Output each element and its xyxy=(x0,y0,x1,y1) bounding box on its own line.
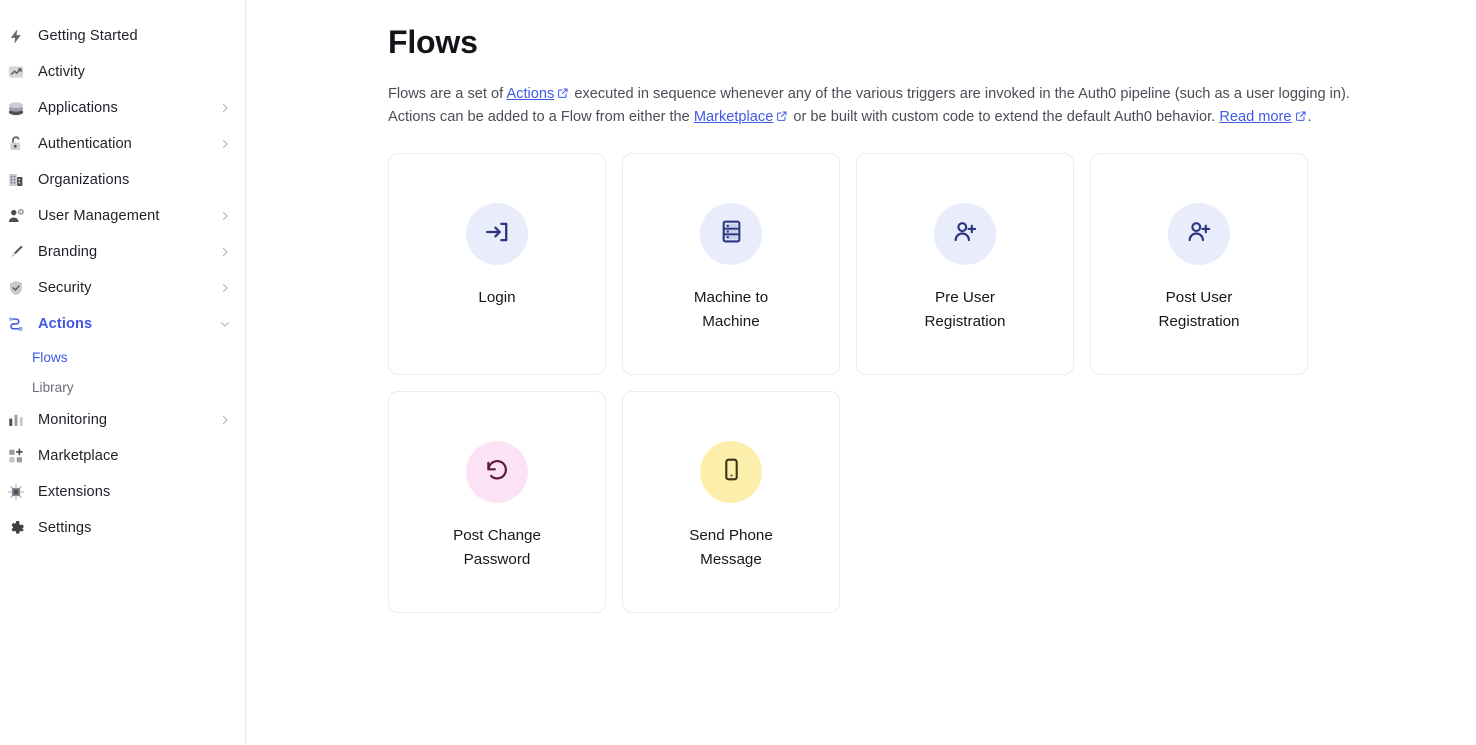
flow-card-label: Machine to Machine xyxy=(694,286,768,334)
flow-card-label: Send Phone Message xyxy=(689,524,773,572)
rotate-ccw-icon xyxy=(484,457,510,488)
sidebar-item-label: Extensions xyxy=(38,484,110,500)
sidebar-item-label: Security xyxy=(38,280,92,296)
card-icon-background xyxy=(466,203,528,265)
grid-plus-icon xyxy=(6,446,26,466)
shield-check-icon xyxy=(6,278,26,298)
bar-chart-icon xyxy=(6,410,26,430)
extensions-icon xyxy=(6,482,26,502)
sidebar-item-library[interactable]: Library xyxy=(0,372,245,402)
mobile-phone-icon xyxy=(719,457,744,487)
sidebar-item-flows[interactable]: Flows xyxy=(0,342,245,372)
sidebar-item-monitoring[interactable]: Monitoring xyxy=(0,402,245,438)
flow-card-label: Login xyxy=(478,286,515,310)
sidebar-item-label: Branding xyxy=(38,244,97,260)
sidebar-item-label: Organizations xyxy=(38,172,129,188)
sidebar-item-user-management[interactable]: User Management xyxy=(0,198,245,234)
activity-chart-icon xyxy=(6,62,26,82)
page-title: Flows xyxy=(388,24,1476,61)
read-more-link[interactable]: Read more xyxy=(1219,109,1291,125)
flow-card-label: Post User Registration xyxy=(1158,286,1239,334)
card-icon-background xyxy=(700,203,762,265)
chevron-right-icon xyxy=(219,282,231,294)
layers-icon xyxy=(6,98,26,118)
sidebar-item-applications[interactable]: Applications xyxy=(0,90,245,126)
paintbrush-icon xyxy=(6,242,26,262)
flow-card-label: Pre User Registration xyxy=(924,286,1005,334)
chevron-down-icon[interactable] xyxy=(219,318,231,330)
sidebar-item-settings[interactable]: Settings xyxy=(0,510,245,546)
chevron-right-icon xyxy=(219,102,231,114)
external-link-icon xyxy=(1295,107,1307,129)
sidebar-item-organizations[interactable]: Organizations xyxy=(0,162,245,198)
flow-card-machine-to-machine[interactable]: Machine to Machine xyxy=(622,153,840,375)
desc-text-2: executed in sequence whenever any of the… xyxy=(570,86,1350,102)
server-rack-icon xyxy=(719,219,744,249)
sidebar-item-getting-started[interactable]: Getting Started xyxy=(0,18,245,54)
lightning-bolt-icon xyxy=(6,26,26,46)
sidebar-item-label: User Management xyxy=(38,208,160,224)
sidebar-item-label: Monitoring xyxy=(38,412,107,428)
sidebar-item-branding[interactable]: Branding xyxy=(0,234,245,270)
chevron-right-icon xyxy=(219,414,231,426)
sidebar-item-label: Getting Started xyxy=(38,28,138,44)
login-arrow-icon xyxy=(484,219,510,250)
desc-text-5: . xyxy=(1308,109,1312,125)
flow-card-post-change-password[interactable]: Post Change Password xyxy=(388,391,606,613)
chevron-right-icon xyxy=(219,138,231,150)
desc-text-1: Flows are a set of xyxy=(388,86,506,102)
sidebar-item-label: Activity xyxy=(38,64,85,80)
sidebar-item-actions[interactable]: Actions xyxy=(0,306,245,342)
user-plus-icon xyxy=(1186,219,1212,250)
main-content: Flows Flows are a set of Actions execute… xyxy=(246,0,1476,745)
desc-text-4: or be built with custom code to extend t… xyxy=(789,109,1219,125)
flow-card-post-user-registration[interactable]: Post User Registration xyxy=(1090,153,1308,375)
sidebar-subitem-label: Flows xyxy=(32,350,68,365)
sidebar-item-authentication[interactable]: Authentication xyxy=(0,126,245,162)
card-icon-background xyxy=(466,441,528,503)
chevron-right-icon xyxy=(219,210,231,222)
external-link-icon xyxy=(557,84,569,106)
flow-card-label: Post Change Password xyxy=(453,524,541,572)
sidebar-item-activity[interactable]: Activity xyxy=(0,54,245,90)
gear-icon xyxy=(6,518,26,538)
app-root: Getting Started Activity Applications Au… xyxy=(0,0,1476,745)
actions-flow-icon xyxy=(6,314,26,334)
flow-card-grid: Login Machine to Machine Pre User xyxy=(388,153,1324,613)
page-description: Flows are a set of Actions executed in s… xyxy=(388,83,1388,129)
building-icon xyxy=(6,170,26,190)
sidebar-item-extensions[interactable]: Extensions xyxy=(0,474,245,510)
card-icon-background xyxy=(700,441,762,503)
external-link-icon xyxy=(776,107,788,129)
user-gear-icon xyxy=(6,206,26,226)
sidebar-item-security[interactable]: Security xyxy=(0,270,245,306)
user-plus-icon xyxy=(952,219,978,250)
marketplace-link[interactable]: Marketplace xyxy=(694,109,774,125)
sidebar-item-label: Actions xyxy=(38,316,92,332)
flow-card-login[interactable]: Login xyxy=(388,153,606,375)
sidebar-item-label: Authentication xyxy=(38,136,132,152)
card-icon-background xyxy=(1168,203,1230,265)
sidebar: Getting Started Activity Applications Au… xyxy=(0,0,246,745)
sidebar-item-label: Marketplace xyxy=(38,448,119,464)
sidebar-item-label: Settings xyxy=(38,520,92,536)
chevron-right-icon xyxy=(219,246,231,258)
actions-link[interactable]: Actions xyxy=(506,86,554,102)
sidebar-subitem-label: Library xyxy=(32,380,74,395)
flow-card-send-phone-message[interactable]: Send Phone Message xyxy=(622,391,840,613)
sidebar-item-marketplace[interactable]: Marketplace xyxy=(0,438,245,474)
desc-text-3: Actions can be added to a Flow from eith… xyxy=(388,109,694,125)
unlock-icon xyxy=(6,134,26,154)
flow-card-pre-user-registration[interactable]: Pre User Registration xyxy=(856,153,1074,375)
sidebar-item-label: Applications xyxy=(38,100,118,116)
card-icon-background xyxy=(934,203,996,265)
